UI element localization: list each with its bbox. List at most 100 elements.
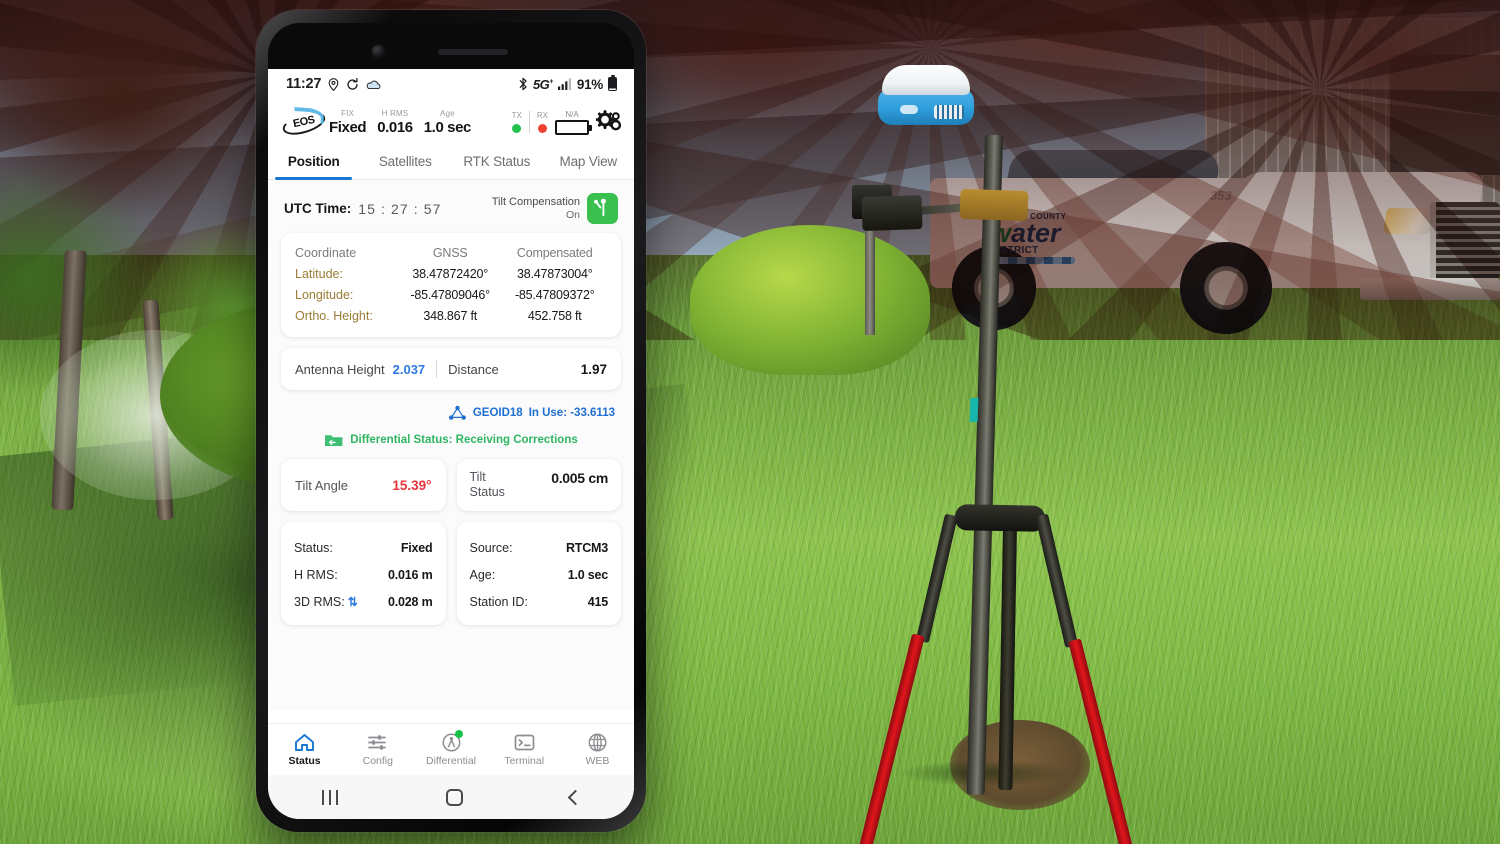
nav-label-terminal: Terminal <box>504 755 545 767</box>
ortho-height-compensated-value: 452.758 ft <box>527 308 582 323</box>
tab-map-view[interactable]: Map View <box>543 145 635 179</box>
3drms-row: 3D RMS: ⇅ 0.028 m <box>294 588 433 615</box>
antenna-height-value[interactable]: 2.037 <box>393 362 426 377</box>
nav-label-config: Config <box>362 755 393 767</box>
distance-label: Distance <box>448 361 499 377</box>
nav-item-differential[interactable]: Differential <box>414 730 487 767</box>
geoid-row[interactable]: GEOID18 In Use: -33.6113 <box>281 403 621 429</box>
age-card-value: 1.0 sec <box>567 567 609 582</box>
background-photo: 353 OLDHAM COUNTY water DISTRICT <box>0 0 1500 844</box>
antenna-height-label: Antenna Height <box>295 361 385 377</box>
table-header-row: Coordinate GNSS Compensated <box>295 242 607 263</box>
folder-in-icon <box>325 435 343 446</box>
sliders-icon <box>341 732 414 752</box>
receiver-led-window <box>900 105 918 114</box>
status-source-grid: Status: Fixed H RMS: 0.016 m 3D RMS: ⇅ 0… <box>281 522 621 625</box>
external-battery-icon <box>555 119 592 135</box>
tab-position[interactable]: Position <box>268 145 360 180</box>
tilt-pole-icon <box>594 198 606 217</box>
utc-time-value: 15 : 27 : 57 <box>358 200 442 217</box>
phone-bezel: 11:27 5G+ 91% EOS FIX Fixed H RMS 0.016 … <box>268 23 634 819</box>
header-stat-fix: FIX Fixed <box>329 109 367 136</box>
home-button[interactable] <box>445 788 463 806</box>
tab-rtk-status[interactable]: RTK Status <box>451 145 543 179</box>
external-battery-indicator: N/A <box>555 109 592 135</box>
clock-label: 11:27 <box>286 76 322 92</box>
tilt-compensation-control[interactable]: Tilt Compensation On <box>492 193 618 224</box>
tx-rx-indicators: TX RX <box>512 111 548 133</box>
tx-label: TX <box>511 111 522 120</box>
bottom-navigation: Status Config Differential Terminal WEB <box>268 723 634 775</box>
nav-item-terminal[interactable]: Terminal <box>488 732 561 767</box>
header-gnss: GNSS <box>432 245 468 260</box>
pole-clamp <box>959 188 1029 222</box>
pole-teal-tape <box>969 397 979 423</box>
ortho-height-label: Ortho. Height: <box>295 308 373 323</box>
signal-bars-icon <box>557 78 571 90</box>
rtk-status-card: Status: Fixed H RMS: 0.016 m 3D RMS: ⇅ 0… <box>281 522 446 625</box>
latitude-gnss-value: 38.47872420° <box>412 266 488 281</box>
source-value: RTCM3 <box>565 540 608 555</box>
differential-status-text: Differential Status: Receiving Correctio… <box>350 434 578 446</box>
tilt-compensation-text: Tilt Compensation On <box>492 196 580 222</box>
tilt-status-label-line1: Tilt <box>469 470 486 484</box>
nav-label-status: Status <box>288 755 321 767</box>
longitude-gnss-value: -85.47809046° <box>410 287 490 302</box>
hrms-value: 0.016 <box>377 118 413 136</box>
front-camera-icon <box>372 45 385 58</box>
rx-indicator: RX <box>537 111 548 133</box>
tilt-compensation-state: On <box>565 208 580 221</box>
globe-icon <box>561 732 634 752</box>
tilt-status-label-line2: Status <box>469 485 505 499</box>
latitude-compensated-value: 38.47873004° <box>516 266 593 281</box>
source-key: Source: <box>469 540 513 555</box>
longitude-label: Longitude: <box>295 287 354 302</box>
updown-arrows-icon: ⇅ <box>347 594 358 609</box>
status-value: Fixed <box>400 540 433 555</box>
3drms-value: 0.028 m <box>388 594 433 609</box>
mid-shrub <box>690 225 930 375</box>
recents-button[interactable] <box>321 789 339 805</box>
back-button[interactable] <box>567 789 583 805</box>
tx-status-dot <box>512 124 522 133</box>
3drms-key: 3D RMS: <box>294 594 345 609</box>
geoid-in-use-value: In Use: -33.6113 <box>528 407 615 419</box>
age-value: 1.0 sec <box>423 118 472 136</box>
tab-satellites[interactable]: Satellites <box>360 145 452 179</box>
tilt-compensation-toggle[interactable] <box>587 193 618 224</box>
tilt-status-card: Tilt Status 0.005 cm <box>456 459 621 511</box>
station-id-value: 415 <box>587 594 608 609</box>
rx-status-dot <box>537 124 547 133</box>
terminal-icon <box>488 732 561 752</box>
settings-button[interactable] <box>595 110 622 134</box>
header-compensated: Compensated <box>516 245 593 260</box>
app-header: EOS FIX Fixed H RMS 0.016 Age 1.0 sec TX… <box>268 99 634 145</box>
android-navigation-bar <box>268 775 634 819</box>
nav-item-status[interactable]: Status <box>268 732 341 767</box>
tab-map-view-label: Map View <box>559 154 618 169</box>
ortho-height-gnss-value: 348.867 ft <box>423 308 478 323</box>
tx-indicator: TX <box>512 111 522 133</box>
receiver-upper-shell <box>882 65 970 95</box>
weather-icon <box>366 80 381 89</box>
fix-value: Fixed <box>329 118 367 136</box>
tripod-head <box>954 504 1046 532</box>
table-row: Ortho. Height: 348.867 ft 452.758 ft <box>295 305 607 326</box>
external-battery-label: N/A <box>565 109 579 119</box>
antenna-height-card[interactable]: Antenna Height 2.037 Distance 1.97 <box>281 348 621 390</box>
network-type-label: 5G+ <box>532 76 553 92</box>
tilt-status-label: Tilt Status <box>470 470 505 500</box>
battery-percent-label: 91% <box>576 76 603 92</box>
phone-screen: 11:27 5G+ 91% EOS FIX Fixed H RMS 0.016 … <box>268 69 634 819</box>
eos-logo: EOS <box>280 106 328 140</box>
nav-item-config[interactable]: Config <box>341 732 414 767</box>
correction-source-card: Source: RTCM3 Age: 1.0 sec Station ID: 4… <box>456 522 621 625</box>
age-label: Age <box>439 108 455 118</box>
rx-label: RX <box>536 111 548 120</box>
hrms-label: H RMS <box>381 108 409 118</box>
tab-rtk-status-label: RTK Status <box>463 154 531 169</box>
table-row: Longitude: -85.47809046° -85.47809372° <box>295 284 607 305</box>
latitude-label: Latitude: <box>295 266 343 281</box>
nav-item-web[interactable]: WEB <box>561 732 634 767</box>
header-coordinate: Coordinate <box>295 245 357 260</box>
